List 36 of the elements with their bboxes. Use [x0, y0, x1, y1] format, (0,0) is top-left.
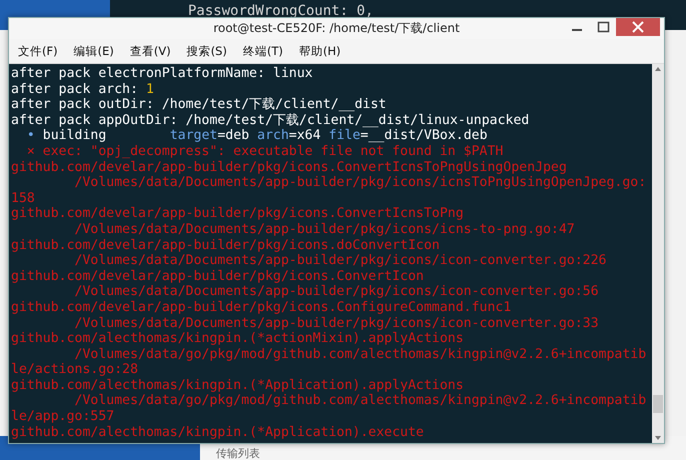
terminal-line: ⨯ exec: "opj_decompress": executable file not found in $PATH [26, 144, 504, 160]
terminal-line: /Volumes/data/Documents/app-builder/pkg/icons/icon-converter.go:56 [74, 284, 600, 300]
terminal-line: /Volumes/data/Documents/app-builder/pkg/icons/icns-to-png.go:47 [74, 222, 576, 238]
terminal-line: • building target=deb arch=x64 file=__dist/VBox.deb [26, 128, 488, 144]
terminal-line: /Volumes/data/go/pkg/mod/github.com/alecthomas/kingpin@v2.2.6+incompatib [74, 393, 648, 410]
terminal-line: after pack arch: 1 [11, 82, 155, 98]
scrollbar-thumb[interactable] [653, 395, 663, 413]
terminal-line: le/actions.go:28 [11, 362, 140, 378]
terminal-line: after pack electronPlatformName: linux [11, 66, 314, 82]
terminal-line: github.com/develar/app-builder/pkg/icons.doConvertIcon [11, 238, 441, 254]
terminal-line: /Volumes/data/Documents/app-builder/pkg/icons/icon-converter.go:33 [74, 316, 600, 332]
menu-item[interactable]: 查看(V) [130, 44, 171, 58]
terminal-line: after pack outDir: /home/test/下载/client/__dist [11, 97, 388, 113]
terminal-line: github.com/develar/app-builder/pkg/icons.ConfigureCommand.func1 [11, 300, 512, 316]
tab-label: 传输列表 [216, 447, 260, 460]
terminal-line: github.com/alecthomas/kingpin.(*Application).applyActions [11, 378, 465, 394]
menu-item[interactable]: 搜索(S) [186, 44, 227, 58]
menu-item[interactable]: 文件(F) [18, 44, 58, 58]
close-icon[interactable] [616, 18, 660, 36]
terminal-line: github.com/alecthomas/kingpin.(*actionMixin).applyActions [11, 331, 465, 347]
terminal-line: github.com/develar/app-builder/pkg/icons.ConvertIcon [11, 268, 425, 284]
window-title: root@test-CE520F: /home/test/下载/client [213, 20, 460, 37]
terminal-line: github.com/develar/app-builder/pkg/icons.ConvertIcnsToPng [11, 206, 465, 222]
code-line: PasswordWrongCount: 0, [188, 3, 374, 19]
menu-item[interactable]: 帮助(H) [298, 44, 341, 58]
menu-item[interactable]: 编辑(E) [74, 44, 114, 58]
terminal-line: /Volumes/data/go/pkg/mod/github.com/alecthomas/kingpin@v2.2.6+incompatib [74, 346, 648, 362]
terminal-line: after pack appOutDir: /home/test/下载/client/__dist/linux-unpacked [11, 112, 530, 128]
terminal-line: 158 [11, 190, 36, 206]
menu-item[interactable]: 终端(T) [242, 44, 283, 58]
terminal-line: /Volumes/data/Documents/app-builder/pkg/icons/icon-converter.go:226 [74, 253, 608, 269]
scrollbar[interactable] [652, 64, 664, 443]
terminal-line: le/app.go:557 [11, 409, 116, 425]
terminal-line: github.com/develar/app-builder/pkg/icons.ConvertIcnsToPngUsingOpenJpeg [11, 160, 568, 176]
terminal-line: github.com/alecthomas/kingpin.(*Application).execute [11, 424, 425, 440]
terminal-line: /Volumes/data/Documents/app-builder/pkg/icons/icnsToPngUsingOpenJpeg.go: [74, 175, 648, 191]
